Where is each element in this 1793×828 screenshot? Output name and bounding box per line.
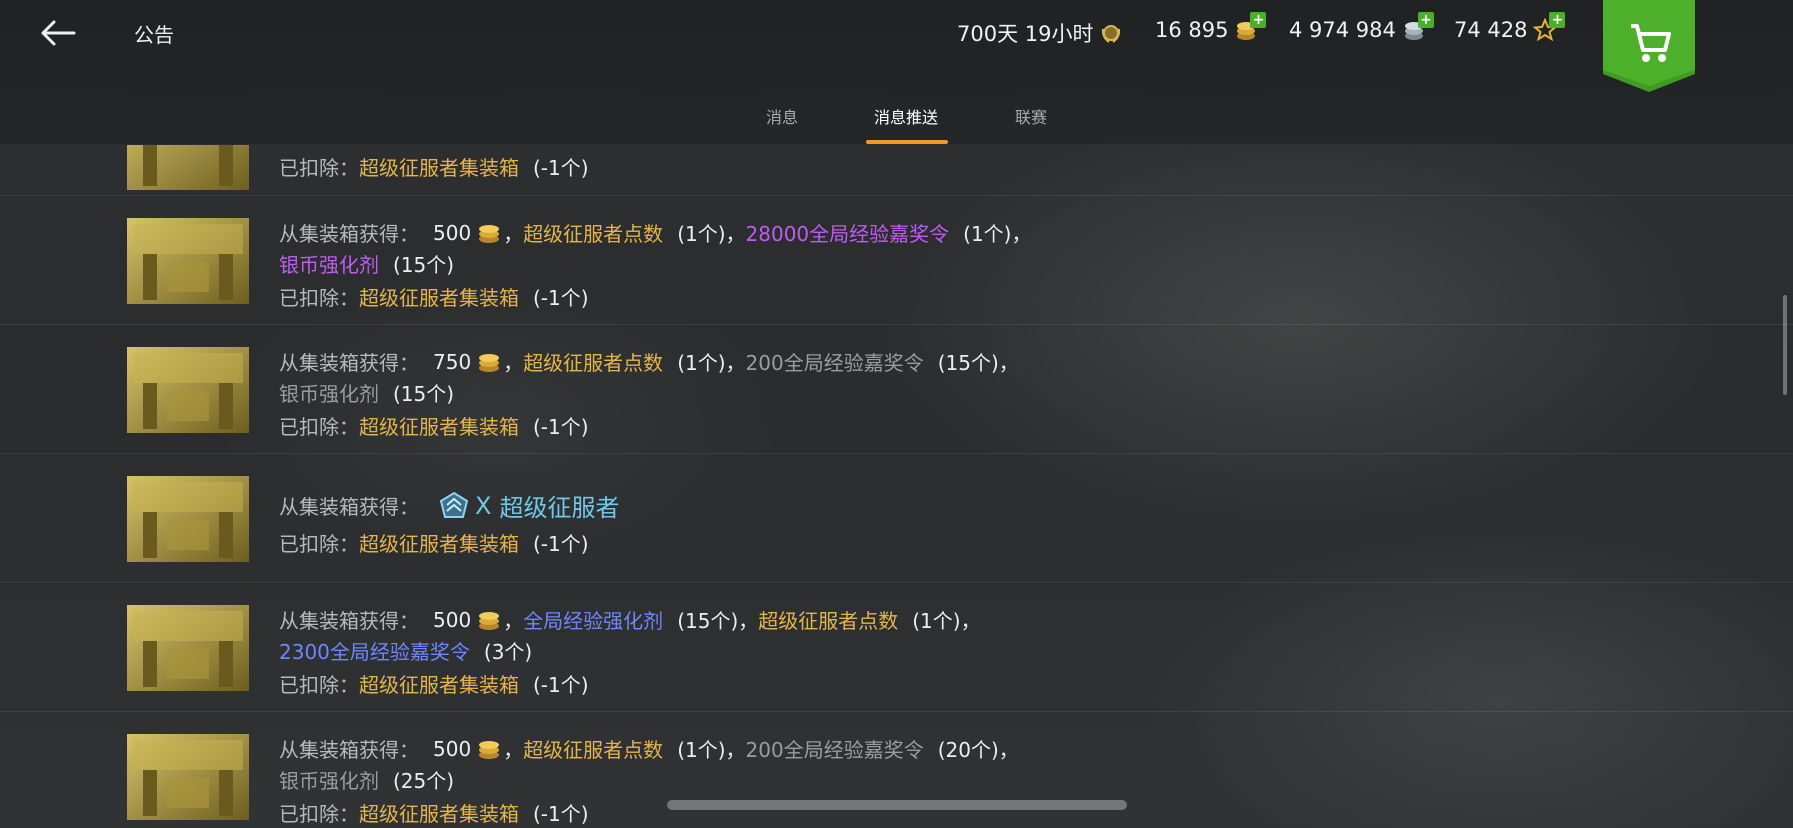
gain-line-2: 银币强化剂 (15个) (279, 378, 454, 407)
deducted-item: 超级征服者集装箱 (359, 532, 519, 556)
deducted-label: 已扣除： (279, 673, 359, 697)
tab-bar: 消息 消息推送 联赛 (0, 0, 1793, 145)
gain-line: 从集装箱获得： X 超级征服者 (279, 488, 619, 523)
deducted-label: 已扣除： (279, 156, 359, 180)
reward-item: 银币强化剂 (279, 253, 379, 277)
gain-label: 从集装箱获得： (279, 609, 419, 633)
deducted-qty: (-1个) (533, 286, 589, 310)
deducted-qty: (-1个) (533, 156, 589, 180)
gain-label: 从集装箱获得： (279, 738, 419, 762)
tab-message-push[interactable]: 消息推送 (874, 104, 938, 128)
deducted-item: 超级征服者集装箱 (359, 156, 519, 180)
reward-qty: (1个) (677, 738, 726, 762)
reward-qty: (25个) (393, 769, 455, 793)
reward-qty: (1个) (677, 222, 726, 246)
gold-coins-icon (479, 740, 500, 759)
gold-amount: 500 (433, 736, 472, 761)
gain-line-2: 银币强化剂 (25个) (279, 765, 454, 794)
deducted-item: 超级征服者集装箱 (359, 286, 519, 310)
reward-qty: (20个) (937, 738, 999, 762)
gain-line-2: 银币强化剂 (15个) (279, 249, 454, 278)
gold-amount: 500 (433, 607, 472, 632)
deducted-label: 已扣除： (279, 286, 359, 310)
reward-item: 200全局经验嘉奖令 (745, 351, 924, 375)
deducted-qty: (-1个) (533, 532, 589, 556)
top-bar: 公告 700天 19小时 16 895 + 4 974 984 + 74 428… (0, 0, 1793, 145)
reward-item: 28000全局经验嘉奖令 (745, 222, 950, 246)
crate-icon (127, 605, 249, 691)
reward-qty: (1个) (912, 609, 961, 633)
gold-amount: 500 (433, 220, 472, 245)
deducted-line: 已扣除： 超级征服者集装箱 (-1个) (279, 669, 589, 698)
reward-item: 200全局经验嘉奖令 (745, 738, 924, 762)
deducted-line: 已扣除： 超级征服者集装箱 (-1个) (279, 798, 589, 827)
gain-label: 从集装箱获得： (279, 495, 419, 519)
list-item[interactable]: 从集装箱获得： 750 ， 超级征服者点数 (1个) ， 200全局经验嘉奖令 … (0, 325, 1793, 454)
list-item[interactable]: 从集装箱获得： 500 ， 超级征服者点数 (1个) ， 28000全局经验嘉奖… (0, 196, 1793, 325)
list-item[interactable]: 已扣除： 超级征服者集装箱 (-1个) (0, 145, 1793, 196)
rank-emblem-icon (439, 491, 469, 518)
deducted-item: 超级征服者集装箱 (359, 673, 519, 697)
reward-qty: (1个) (963, 222, 1012, 246)
reward-item: 超级征服者点数 (523, 222, 664, 246)
crate-icon (127, 218, 249, 304)
reward-qty: (15个) (677, 609, 739, 633)
reward-item: 超级征服者点数 (523, 351, 664, 375)
tab-league[interactable]: 联赛 (1015, 104, 1047, 128)
deducted-label: 已扣除： (279, 532, 359, 556)
gold-coins-icon (479, 611, 500, 630)
deducted-line: 已扣除： 超级征服者集装箱 (-1个) (279, 411, 589, 440)
gain-line-2: 2300全局经验嘉奖令 (3个) (279, 636, 532, 665)
gain-label: 从集装箱获得： (279, 222, 419, 246)
deducted-item: 超级征服者集装箱 (359, 415, 519, 439)
gain-line: 从集装箱获得： 500 ， 全局经验强化剂 (15个) ， 超级征服者点数 (1… (279, 605, 981, 634)
home-indicator[interactable] (667, 800, 1127, 810)
list-item[interactable]: 从集装箱获得： 500 ， 全局经验强化剂 (15个) ， 超级征服者点数 (1… (0, 583, 1793, 712)
gold-amount: 750 (433, 349, 472, 374)
crate-icon (127, 734, 249, 820)
crate-icon (127, 476, 249, 562)
list-item[interactable]: 从集装箱获得： 500 ， 超级征服者点数 (1个) ， 200全局经验嘉奖令 … (0, 712, 1793, 828)
gain-line: 从集装箱获得： 750 ， 超级征服者点数 (1个) ， 200全局经验嘉奖令 … (279, 347, 1019, 376)
reward-item: 超级征服者点数 (523, 738, 664, 762)
deducted-line: 已扣除： 超级征服者集装箱 (-1个) (279, 528, 589, 557)
reward-item: 超级征服者点数 (758, 609, 899, 633)
reward-qty: (15个) (937, 351, 999, 375)
reward-item: 银币强化剂 (279, 769, 379, 793)
vertical-scrollbar[interactable] (1783, 295, 1787, 395)
deducted-qty: (-1个) (533, 802, 589, 826)
crate-icon (127, 347, 249, 433)
deducted-item: 超级征服者集装箱 (359, 802, 519, 826)
deducted-qty: (-1个) (533, 415, 589, 439)
deducted-label: 已扣除： (279, 415, 359, 439)
reward-item: 2300全局经验嘉奖令 (279, 640, 470, 664)
active-tab-indicator (866, 140, 948, 144)
crate-icon (127, 145, 249, 190)
deducted-label: 已扣除： (279, 802, 359, 826)
deducted-qty: (-1个) (533, 673, 589, 697)
reward-qty: (1个) (677, 351, 726, 375)
reward-qty: (15个) (393, 382, 455, 406)
deducted-line: 已扣除： 超级征服者集装箱 (-1个) (279, 152, 589, 181)
reward-item: 银币强化剂 (279, 382, 379, 406)
list-item[interactable]: 从集装箱获得： X 超级征服者 已扣除： 超级征服者集装箱 (-1个) (0, 454, 1793, 583)
tab-messages[interactable]: 消息 (766, 104, 798, 128)
gold-coins-icon (479, 353, 500, 372)
deducted-line: 已扣除： 超级征服者集装箱 (-1个) (279, 282, 589, 311)
gold-coins-icon (479, 224, 500, 243)
reward-item: 全局经验强化剂 (523, 609, 664, 633)
gain-line: 从集装箱获得： 500 ， 超级征服者点数 (1个) ， 200全局经验嘉奖令 … (279, 734, 1019, 763)
reward-qty: (3个) (483, 640, 533, 664)
gain-label: 从集装箱获得： (279, 351, 419, 375)
gain-line: 从集装箱获得： 500 ， 超级征服者点数 (1个) ， 28000全局经验嘉奖… (279, 218, 1032, 247)
rank-mark: X (475, 491, 492, 520)
rank-name: 超级征服者 (499, 494, 620, 522)
message-list[interactable]: 已扣除： 超级征服者集装箱 (-1个) 从集装箱获得： 500 ， 超级征服者点… (0, 145, 1793, 828)
reward-qty: (15个) (393, 253, 455, 277)
